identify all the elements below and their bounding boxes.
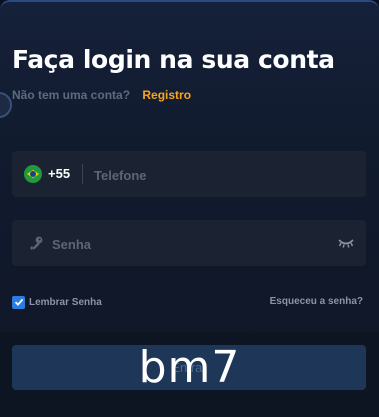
password-field[interactable] [12,220,366,266]
register-link[interactable]: Registro [142,88,191,102]
side-handle[interactable] [0,92,12,118]
eye-closed-icon[interactable] [338,236,354,254]
forgot-password-link[interactable]: Esqueceu a senha? [270,296,363,307]
password-input[interactable] [50,233,324,255]
page-title: Faça login na sua conta [12,45,335,74]
key-icon [28,235,44,256]
login-panel: Faça login na sua conta Não tem uma cont… [0,0,379,417]
register-prompt: Não tem uma conta? Registro [12,88,191,102]
brazil-flag-icon[interactable] [24,165,42,183]
no-account-text: Não tem uma conta? [12,88,131,102]
field-divider [82,164,83,184]
login-button[interactable]: Entrar [12,345,366,390]
remember-label: Lembrar Senha [29,296,102,308]
checkmark-icon [14,298,23,306]
phone-field[interactable]: +55 [12,151,366,197]
phone-input[interactable] [92,164,346,186]
remember-password-toggle[interactable]: Lembrar Senha [12,295,102,309]
remember-checkbox[interactable] [12,295,25,309]
country-code[interactable]: +55 [48,166,70,181]
